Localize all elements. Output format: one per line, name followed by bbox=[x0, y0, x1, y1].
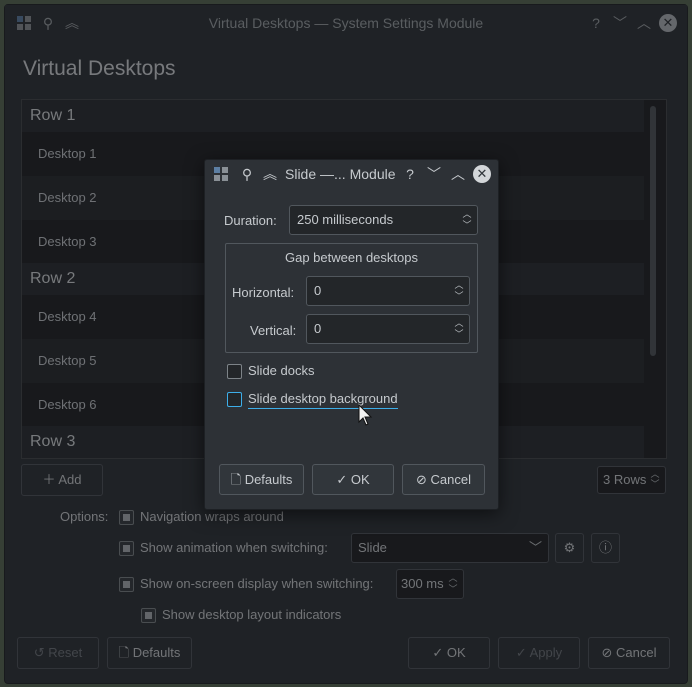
app-menu-icon[interactable] bbox=[213, 166, 229, 185]
slide-docks-checkbox[interactable] bbox=[227, 364, 242, 379]
slide-settings-dialog: ⚲ ︽ Slide —... Module ? ﹀ ︿ ✕ Duration: … bbox=[204, 159, 499, 510]
mouse-cursor-icon bbox=[358, 403, 374, 428]
duration-value: 250 milliseconds bbox=[297, 212, 394, 227]
dialog-titlebar: ⚲ ︽ Slide —... Module ? ﹀ ︿ ✕ bbox=[205, 160, 498, 188]
spin-down-icon[interactable]: ﹀ bbox=[453, 330, 465, 339]
maximize-icon[interactable]: ︿ bbox=[447, 156, 469, 192]
dialog-cancel-button[interactable]: ⊘ Cancel bbox=[402, 464, 485, 495]
help-icon[interactable]: ? bbox=[399, 156, 421, 192]
dialog-defaults-label: Defaults bbox=[244, 472, 293, 487]
gap-title: Gap between desktops bbox=[285, 250, 418, 265]
vertical-spinbox[interactable]: 0 ︿ ﹀ bbox=[306, 314, 470, 344]
gap-groupbox: Gap between desktops Horizontal: 0 ︿ ﹀ V… bbox=[225, 243, 478, 353]
duration-label: Duration: bbox=[224, 213, 277, 228]
document-icon: 🗋 bbox=[230, 472, 245, 487]
slide-docks-label[interactable]: Slide docks bbox=[248, 363, 314, 378]
pin-icon[interactable]: ⚲ bbox=[236, 156, 258, 192]
dialog-ok-button[interactable]: ✓ OK bbox=[312, 464, 394, 495]
keep-above-icon[interactable]: ︽ bbox=[259, 156, 281, 192]
horizontal-value: 0 bbox=[314, 283, 322, 298]
check-icon: ✓ bbox=[336, 472, 351, 487]
vertical-value: 0 bbox=[314, 321, 322, 336]
slide-background-checkbox[interactable] bbox=[227, 392, 242, 407]
dialog-title: Slide —... Module bbox=[285, 166, 396, 182]
spin-up-icon[interactable]: ︿ bbox=[461, 210, 473, 219]
dialog-cancel-label: Cancel bbox=[430, 472, 471, 487]
close-icon[interactable]: ✕ bbox=[473, 165, 491, 183]
slide-background-label[interactable]: Slide desktop background bbox=[248, 391, 398, 409]
dialog-defaults-button[interactable]: 🗋 Defaults bbox=[219, 464, 304, 495]
minimize-icon[interactable]: ﹀ bbox=[423, 156, 445, 192]
duration-spinbox[interactable]: 250 milliseconds ︿ ﹀ bbox=[289, 205, 478, 235]
spin-up-icon[interactable]: ︿ bbox=[453, 281, 465, 290]
dialog-ok-label: OK bbox=[350, 472, 370, 487]
spin-down-icon[interactable]: ﹀ bbox=[461, 221, 473, 230]
vertical-label: Vertical: bbox=[250, 323, 297, 338]
horizontal-label: Horizontal: bbox=[232, 285, 295, 300]
spin-up-icon[interactable]: ︿ bbox=[453, 319, 465, 328]
spin-down-icon[interactable]: ﹀ bbox=[453, 292, 465, 301]
horizontal-spinbox[interactable]: 0 ︿ ﹀ bbox=[306, 276, 470, 306]
cancel-icon: ⊘ bbox=[416, 472, 431, 487]
